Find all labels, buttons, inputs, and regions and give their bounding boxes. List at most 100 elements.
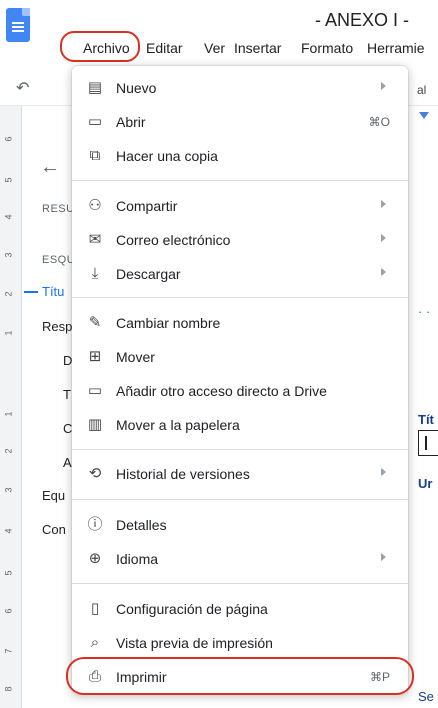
menu-editar[interactable]: Editar bbox=[146, 40, 183, 56]
submenu-arrow-icon bbox=[381, 468, 386, 476]
outline-item[interactable]: Resp bbox=[42, 319, 72, 334]
menu-herramientas[interactable]: Herramie bbox=[367, 40, 425, 56]
menu-item-configuracion-pagina[interactable]: ▯ Configuración de página bbox=[72, 592, 408, 626]
menu-item-descargar[interactable]: ⤓ Descargar bbox=[72, 257, 408, 291]
submenu-arrow-icon bbox=[381, 200, 386, 208]
doc-table-cell-fragment[interactable] bbox=[418, 430, 438, 456]
document-title[interactable]: - ANEXO I - bbox=[315, 10, 409, 31]
imprimir-highlight-ring bbox=[66, 657, 414, 695]
menu-item-label: Mover a la papelera bbox=[116, 417, 240, 433]
back-arrow-icon[interactable]: ← bbox=[40, 156, 60, 179]
page-break-dots: · · bbox=[418, 304, 431, 319]
submenu-arrow-icon bbox=[381, 553, 386, 561]
menu-item-label: Compartir bbox=[116, 198, 178, 214]
ruler-label: 5 bbox=[3, 570, 14, 576]
ruler-label: 2 bbox=[3, 291, 14, 297]
ruler-label: 5 bbox=[3, 177, 14, 183]
menu-divider bbox=[72, 180, 408, 181]
menu-item-papelera[interactable]: ▥ Mover a la papelera bbox=[72, 408, 408, 442]
menu-item-nuevo[interactable]: ▤ Nuevo bbox=[72, 71, 408, 105]
menu-item-historial[interactable]: ⟲ Historial de versiones bbox=[72, 457, 408, 491]
menu-item-label: Detalles bbox=[116, 517, 167, 533]
ruler-label: 4 bbox=[3, 528, 14, 534]
download-icon: ⤓ bbox=[91, 265, 99, 282]
submenu-arrow-icon bbox=[381, 234, 386, 242]
menu-item-label: Hacer una copia bbox=[116, 148, 218, 164]
share-icon: ⚇ bbox=[88, 197, 102, 214]
menu-item-correo[interactable]: ✉ Correo electrónico bbox=[72, 223, 408, 257]
menu-item-label: Vista previa de impresión bbox=[116, 635, 273, 651]
docs-logo-icon[interactable] bbox=[6, 8, 30, 42]
move-icon: ⊞ bbox=[88, 348, 102, 365]
page-setup-icon: ▯ bbox=[90, 600, 100, 617]
rename-icon: ✎ bbox=[88, 314, 102, 331]
menu-item-vista-previa[interactable]: ⌕ Vista previa de impresión bbox=[72, 626, 408, 660]
active-outline-marker bbox=[24, 291, 38, 293]
menu-ver[interactable]: Ver bbox=[204, 40, 225, 56]
submenu-arrow-icon bbox=[381, 268, 386, 276]
ruler-label: 3 bbox=[3, 252, 14, 258]
menu-divider bbox=[72, 449, 408, 450]
new-document-icon: ▤ bbox=[87, 79, 103, 96]
outline-item[interactable]: Equ bbox=[42, 488, 65, 503]
ruler-label: 6 bbox=[3, 608, 14, 614]
history-icon: ⟲ bbox=[88, 465, 102, 482]
outline-item-title[interactable]: Títu bbox=[42, 284, 64, 299]
menu-item-idioma[interactable]: ⊕ Idioma bbox=[72, 542, 408, 576]
ruler-label: 1 bbox=[3, 411, 14, 417]
undo-icon[interactable]: ↶ bbox=[16, 78, 29, 98]
ruler-label: 7 bbox=[3, 648, 14, 654]
outline-item[interactable]: Con bbox=[42, 522, 66, 537]
print-preview-icon: ⌕ bbox=[90, 634, 100, 651]
menu-item-mover[interactable]: ⊞ Mover bbox=[72, 340, 408, 374]
outline-item[interactable]: D bbox=[63, 353, 72, 368]
ruler-label: 8 bbox=[3, 686, 14, 692]
folder-icon: ▭ bbox=[87, 113, 103, 130]
menu-item-label: Configuración de página bbox=[116, 601, 268, 617]
app-root: - ANEXO I - Archivo Editar Ver Insertar … bbox=[0, 0, 438, 708]
menu-item-detalles[interactable]: ⓘ Detalles bbox=[72, 508, 408, 542]
menu-item-compartir[interactable]: ⚇ Compartir bbox=[72, 189, 408, 223]
menu-divider bbox=[72, 297, 408, 298]
info-icon: ⓘ bbox=[87, 516, 103, 533]
drive-shortcut-icon: ▭ bbox=[87, 382, 103, 399]
doc-heading-fragment: Tít bbox=[418, 412, 434, 427]
email-icon: ✉ bbox=[88, 231, 102, 248]
menu-item-acceso-directo[interactable]: ▭ Añadir otro acceso directo a Drive bbox=[72, 374, 408, 408]
ruler-label: 4 bbox=[3, 214, 14, 220]
ruler-indent-marker-icon[interactable] bbox=[419, 112, 429, 119]
archivo-dropdown-menu: ▤ Nuevo ▭ Abrir ⌘O ⧉ Hacer una copia ⚇ C… bbox=[72, 66, 408, 694]
ruler-label: 1 bbox=[3, 330, 14, 336]
outline-item[interactable]: C bbox=[63, 421, 72, 436]
outline-heading: ESQU bbox=[42, 254, 76, 266]
ruler-label: 3 bbox=[3, 487, 14, 493]
ruler-label: 2 bbox=[3, 448, 14, 454]
outline-item[interactable]: T bbox=[63, 387, 71, 402]
font-name-fragment[interactable]: al bbox=[417, 83, 426, 97]
menu-divider bbox=[72, 499, 408, 500]
submenu-arrow-icon bbox=[381, 82, 386, 90]
menu-formato[interactable]: Formato bbox=[301, 40, 353, 56]
menu-item-label: Historial de versiones bbox=[116, 466, 250, 482]
doc-text-fragment: Ur bbox=[418, 476, 433, 491]
doc-text-fragment: Se bbox=[418, 689, 434, 704]
outline-item[interactable]: A bbox=[63, 455, 72, 470]
menu-item-label: Idioma bbox=[116, 551, 159, 567]
copy-icon: ⧉ bbox=[89, 147, 101, 164]
shortcut-label: ⌘O bbox=[368, 115, 390, 129]
menu-item-label: Descargar bbox=[116, 266, 181, 282]
menu-item-label: Cambiar nombre bbox=[116, 315, 221, 331]
menu-divider bbox=[72, 583, 408, 584]
summary-heading: RESU bbox=[42, 203, 75, 215]
ruler-label: 6 bbox=[3, 136, 14, 142]
menu-item-label: Añadir otro acceso directo a Drive bbox=[116, 383, 327, 399]
vertical-ruler: 6 5 4 3 2 1 1 2 3 4 5 6 7 8 bbox=[0, 106, 22, 708]
menu-insertar[interactable]: Insertar bbox=[234, 40, 281, 56]
menu-item-cambiar-nombre[interactable]: ✎ Cambiar nombre bbox=[72, 306, 408, 340]
menu-item-abrir[interactable]: ▭ Abrir ⌘O bbox=[72, 105, 408, 139]
text-cursor bbox=[425, 436, 427, 450]
menu-item-hacer-copia[interactable]: ⧉ Hacer una copia bbox=[72, 139, 408, 173]
archivo-highlight-ring bbox=[60, 31, 140, 62]
menu-item-label: Correo electrónico bbox=[116, 232, 231, 248]
menu-item-label: Nuevo bbox=[116, 80, 157, 96]
